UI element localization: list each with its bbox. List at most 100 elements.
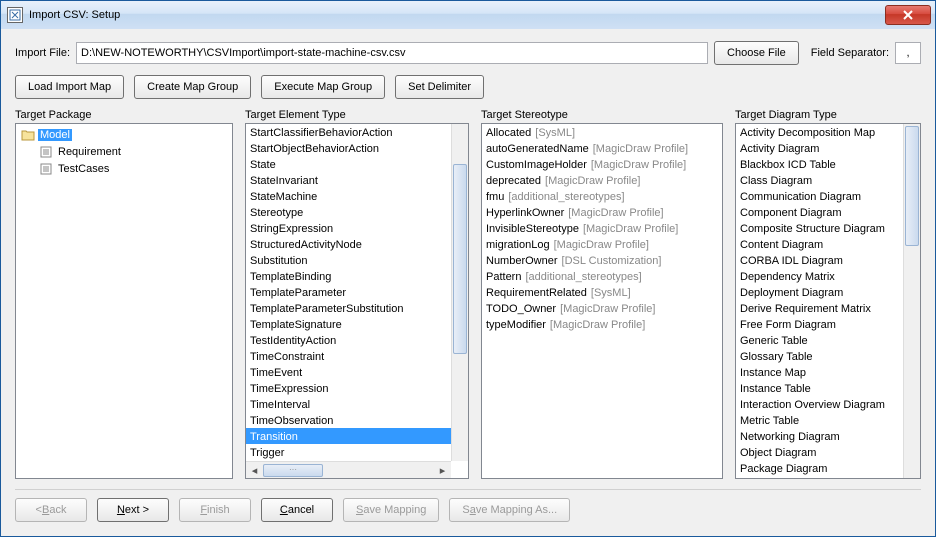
hscroll-left-icon[interactable]: ◂ (246, 462, 263, 479)
element-type-item[interactable]: State (246, 156, 451, 172)
back-button[interactable]: < Back (15, 498, 87, 522)
tree-node[interactable]: Model (18, 126, 230, 143)
element-type-item[interactable]: TimeConstraint (246, 348, 451, 364)
element-type-item[interactable]: Transition (246, 428, 451, 444)
stereotype-item[interactable]: fmu [additional_stereotypes] (482, 188, 722, 204)
target-stereotype-list[interactable]: Allocated[SysML]autoGeneratedName[MagicD… (481, 123, 723, 479)
stereotype-item[interactable]: NumberOwner[DSL Customization] (482, 252, 722, 268)
target-package-column: Target Package ModelRequirementTestCases (15, 109, 233, 479)
diagram-type-item[interactable]: Blackbox ICD Table (736, 156, 903, 172)
element-vscroll-thumb[interactable] (453, 164, 467, 354)
element-type-item[interactable]: Substitution (246, 252, 451, 268)
target-diagram-list[interactable]: Activity Decomposition MapActivity Diagr… (735, 123, 921, 479)
dialog-window: Import CSV: Setup Import File: Choose Fi… (0, 0, 936, 537)
element-type-item[interactable]: TemplateParameterSubstitution (246, 300, 451, 316)
target-element-column: Target Element Type StartClassifierBehav… (245, 109, 469, 479)
stereotype-profile: [MagicDraw Profile] (583, 223, 678, 235)
next-button[interactable]: Next > (97, 498, 169, 522)
tree-node[interactable]: Requirement (18, 143, 230, 160)
diagram-type-item[interactable]: Deployment Diagram (736, 284, 903, 300)
element-hscroll-thumb[interactable]: ··· (263, 464, 323, 477)
tree-label: Model (38, 129, 72, 141)
diagram-type-item[interactable]: Glossary Table (736, 348, 903, 364)
stereotype-item[interactable]: deprecated[MagicDraw Profile] (482, 172, 722, 188)
stereotype-item[interactable]: Allocated[SysML] (482, 124, 722, 140)
element-hscroll[interactable]: ◂ ··· ▸ (246, 461, 451, 478)
finish-button[interactable]: Finish (179, 498, 251, 522)
stereotype-name: fmu (486, 191, 504, 203)
stereotype-item[interactable]: TODO_Owner[MagicDraw Profile] (482, 300, 722, 316)
diagram-vscroll-thumb[interactable] (905, 126, 919, 246)
element-type-item[interactable]: StateMachine (246, 188, 451, 204)
stereotype-item[interactable]: Pattern[additional_stereotypes] (482, 268, 722, 284)
element-type-item[interactable]: Trigger (246, 444, 451, 460)
tree-label: Requirement (56, 146, 123, 158)
diagram-vscroll[interactable] (903, 124, 920, 478)
diagram-type-item[interactable]: Networking Diagram (736, 428, 903, 444)
stereotype-item[interactable]: HyperlinkOwner[MagicDraw Profile] (482, 204, 722, 220)
element-type-item[interactable]: StartObjectBehaviorAction (246, 140, 451, 156)
target-element-list[interactable]: StartClassifierBehaviorActionStartObject… (245, 123, 469, 479)
element-type-item[interactable]: StructuredActivityNode (246, 236, 451, 252)
diagram-type-item[interactable]: Activity Decomposition Map (736, 124, 903, 140)
save-mapping-as-button[interactable]: Save Mapping As... (449, 498, 570, 522)
element-type-item[interactable]: TestIdentityAction (246, 332, 451, 348)
diagram-type-item[interactable]: Instance Table (736, 380, 903, 396)
stereotype-profile: [SysML] (535, 127, 575, 139)
element-type-item[interactable]: StartClassifierBehaviorAction (246, 124, 451, 140)
element-type-item[interactable]: TemplateSignature (246, 316, 451, 332)
element-type-item[interactable]: Stereotype (246, 204, 451, 220)
stereotype-item[interactable]: migrationLog[MagicDraw Profile] (482, 236, 722, 252)
diagram-type-item[interactable]: Derive Requirement Matrix (736, 300, 903, 316)
diagram-type-item[interactable]: Interaction Overview Diagram (736, 396, 903, 412)
diagram-type-item[interactable]: Instance Map (736, 364, 903, 380)
cancel-button[interactable]: Cancel (261, 498, 333, 522)
import-file-input[interactable] (76, 42, 708, 64)
element-type-item[interactable]: TimeExpression (246, 380, 451, 396)
stereotype-name: autoGeneratedName (486, 143, 589, 155)
element-type-item[interactable]: TimeInterval (246, 396, 451, 412)
target-package-tree[interactable]: Model Requirement TestCases (15, 123, 233, 479)
save-mapping-button[interactable]: Save Mapping (343, 498, 439, 522)
execute-map-group-button[interactable]: Execute Map Group (261, 75, 385, 99)
diagram-type-item[interactable]: Composite Structure Diagram (736, 220, 903, 236)
diagram-type-item[interactable]: Object Diagram (736, 444, 903, 460)
diagram-type-item[interactable]: Component Diagram (736, 204, 903, 220)
stereotype-item[interactable]: RequirementRelated[SysML] (482, 284, 722, 300)
diagram-type-item[interactable]: Dependency Matrix (736, 268, 903, 284)
field-separator-input[interactable] (895, 42, 921, 64)
diagram-type-item[interactable]: Activity Diagram (736, 140, 903, 156)
hscroll-right-icon[interactable]: ▸ (434, 462, 451, 479)
diagram-type-item[interactable]: Free Form Diagram (736, 316, 903, 332)
stereotype-profile: [MagicDraw Profile] (560, 303, 655, 315)
diagram-type-item[interactable]: Content Diagram (736, 236, 903, 252)
element-type-item[interactable]: StringExpression (246, 220, 451, 236)
set-delimiter-button[interactable]: Set Delimiter (395, 75, 484, 99)
element-type-item[interactable]: TemplateParameter (246, 284, 451, 300)
stereotype-profile: [additional_stereotypes] (525, 271, 641, 283)
element-vscroll[interactable] (451, 124, 468, 461)
diagram-type-item[interactable]: Package Diagram (736, 460, 903, 476)
tree-node[interactable]: TestCases (18, 160, 230, 177)
stereotype-item[interactable]: CustomImageHolder[MagicDraw Profile] (482, 156, 722, 172)
stereotype-item[interactable]: autoGeneratedName[MagicDraw Profile] (482, 140, 722, 156)
stereotype-item[interactable]: typeModifier[MagicDraw Profile] (482, 316, 722, 332)
choose-file-button[interactable]: Choose File (714, 41, 799, 65)
stereotype-profile: [MagicDraw Profile] (550, 319, 645, 331)
footer: < Back Next > Finish Cancel Save Mapping… (15, 498, 921, 532)
diagram-type-item[interactable]: Communication Diagram (736, 188, 903, 204)
element-type-item[interactable]: TimeEvent (246, 364, 451, 380)
load-import-map-button[interactable]: Load Import Map (15, 75, 124, 99)
element-type-item[interactable]: TemplateBinding (246, 268, 451, 284)
element-type-item[interactable]: TimeObservation (246, 412, 451, 428)
stereotype-profile: [additional_stereotypes] (508, 191, 624, 203)
create-map-group-button[interactable]: Create Map Group (134, 75, 251, 99)
stereotype-item[interactable]: InvisibleStereotype[MagicDraw Profile] (482, 220, 722, 236)
diagram-type-item[interactable]: Metric Table (736, 412, 903, 428)
diagram-type-item[interactable]: Class Diagram (736, 172, 903, 188)
element-type-item[interactable]: StateInvariant (246, 172, 451, 188)
stereotype-profile: [MagicDraw Profile] (591, 159, 686, 171)
diagram-type-item[interactable]: CORBA IDL Diagram (736, 252, 903, 268)
close-button[interactable] (885, 5, 931, 25)
diagram-type-item[interactable]: Generic Table (736, 332, 903, 348)
